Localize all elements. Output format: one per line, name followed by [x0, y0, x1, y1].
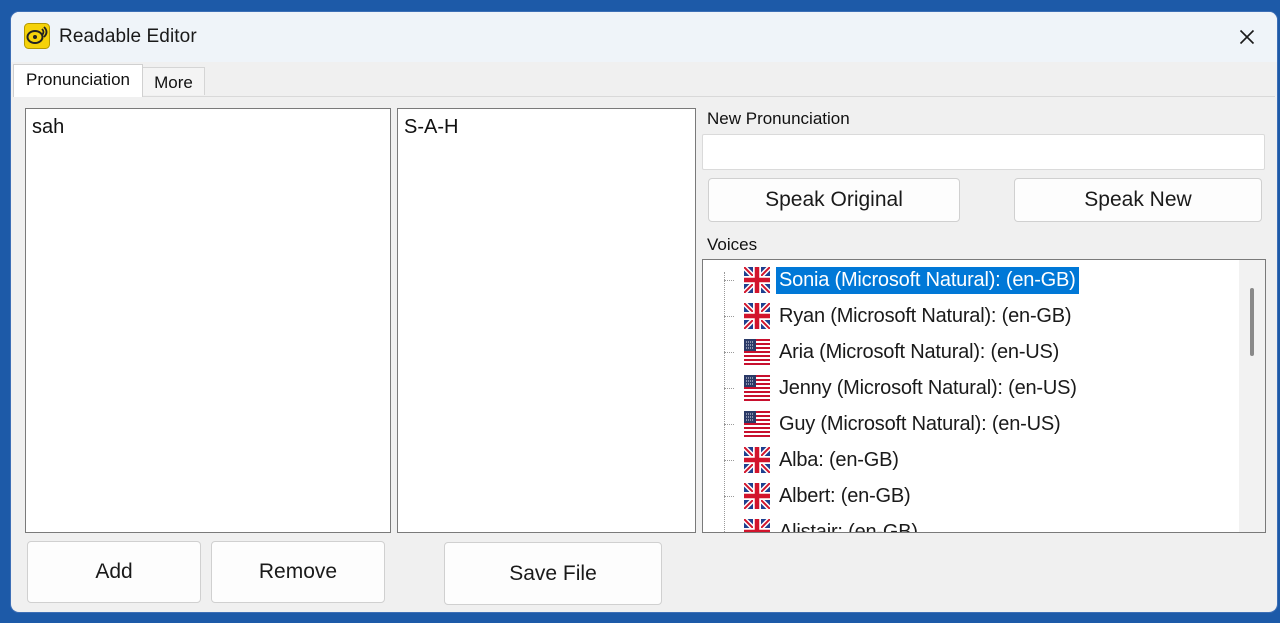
voice-item[interactable]: Guy (Microsoft Natural): (en-US) — [717, 406, 1063, 442]
voice-item-label: Guy (Microsoft Natural): (en-US) — [779, 412, 1061, 435]
us-flag-icon — [744, 339, 770, 365]
new-pronunciation-input[interactable] — [702, 134, 1265, 170]
speak-original-button[interactable]: Speak Original — [708, 178, 960, 222]
uk-flag-icon — [742, 445, 772, 475]
words-list[interactable]: sah — [25, 108, 391, 533]
tree-connector-line — [724, 459, 734, 461]
voices-scrollbar[interactable] — [1239, 260, 1265, 532]
voice-item-label: Jenny (Microsoft Natural): (en-US) — [779, 376, 1077, 399]
voice-item[interactable]: Alistair: (en-GB) — [717, 514, 921, 533]
tab-more[interactable]: More — [142, 67, 205, 95]
speak-new-button[interactable]: Speak New — [1014, 178, 1262, 222]
tree-connector-line — [724, 531, 734, 532]
close-icon — [1239, 29, 1255, 45]
window-title: Readable Editor — [59, 26, 197, 47]
tree-connector-line — [724, 315, 734, 317]
us-flag-icon — [744, 375, 770, 401]
voice-item-label: Ryan (Microsoft Natural): (en-GB) — [779, 304, 1072, 327]
tree-connector-line — [724, 351, 734, 353]
us-flag-icon — [744, 411, 770, 437]
readable-editor-window: Readable Editor Pronunciation More sah S… — [11, 12, 1277, 612]
list-item[interactable]: S-A-H — [404, 116, 458, 139]
new-pronunciation-label: New Pronunciation — [707, 109, 850, 128]
list-item[interactable]: sah — [32, 116, 64, 139]
voice-item-label: Alba: (en-GB) — [779, 448, 899, 471]
uk-flag-icon — [742, 265, 772, 295]
pronunciation-tab-panel: sah S-A-H New Pronunciation Speak Origin… — [13, 96, 1275, 610]
voice-item[interactable]: Albert: (en-GB) — [717, 478, 913, 514]
tree-connector-line — [724, 495, 734, 497]
app-logo-icon — [24, 23, 50, 49]
voice-item[interactable]: Sonia (Microsoft Natural): (en-GB) — [717, 262, 1079, 298]
voices-label: Voices — [707, 235, 758, 254]
voice-item-label: Albert: (en-GB) — [779, 484, 911, 507]
voice-item-label: Aria (Microsoft Natural): (en-US) — [779, 340, 1060, 363]
save-file-button[interactable]: Save File — [444, 542, 662, 605]
voice-item[interactable]: Aria (Microsoft Natural): (en-US) — [717, 334, 1062, 370]
close-button[interactable] — [1229, 20, 1265, 54]
remove-button[interactable]: Remove — [211, 541, 385, 603]
voice-item-label: Alistair: (en-GB) — [779, 520, 918, 533]
voice-item-label: Sonia (Microsoft Natural): (en-GB) — [776, 266, 1079, 294]
voices-tree[interactable]: Sonia (Microsoft Natural): (en-GB) Ryan (… — [702, 259, 1266, 533]
title-bar[interactable]: Readable Editor — [11, 12, 1277, 62]
voice-item[interactable]: Ryan (Microsoft Natural): (en-GB) — [717, 298, 1074, 334]
voice-item[interactable]: Alba: (en-GB) — [717, 442, 902, 478]
uk-flag-icon — [742, 481, 772, 511]
tree-connector-line — [724, 423, 734, 425]
scrollbar-thumb[interactable] — [1250, 288, 1254, 356]
tab-strip: Pronunciation More — [11, 62, 1277, 97]
pronunciations-list[interactable]: S-A-H — [397, 108, 696, 533]
uk-flag-icon — [742, 517, 772, 532]
tree-connector-line — [724, 387, 734, 389]
add-button[interactable]: Add — [27, 541, 201, 603]
uk-flag-icon — [742, 301, 772, 331]
tree-connector-line — [724, 279, 734, 281]
voice-item[interactable]: Jenny (Microsoft Natural): (en-US) — [717, 370, 1080, 406]
tab-pronunciation[interactable]: Pronunciation — [13, 64, 143, 97]
